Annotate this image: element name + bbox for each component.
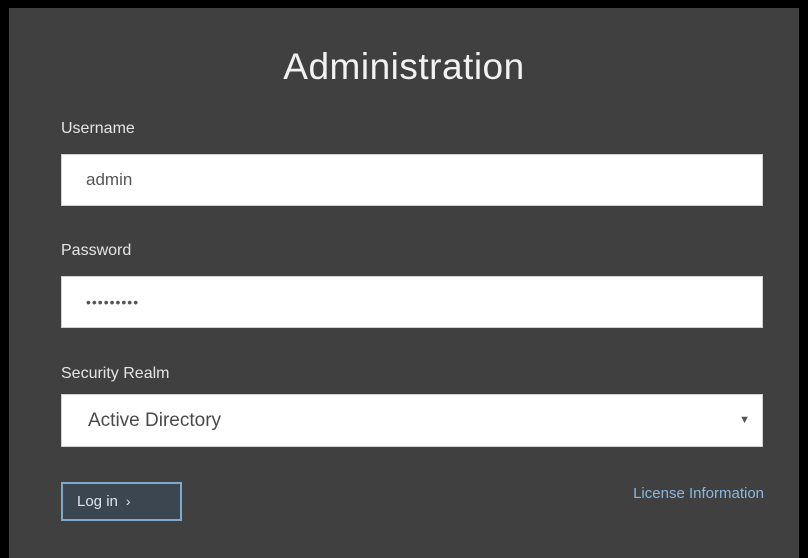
chevron-right-icon: › <box>125 493 131 509</box>
license-information-link[interactable]: License Information <box>633 485 764 502</box>
password-field[interactable] <box>61 276 763 328</box>
login-panel: Administration Username Password Securit… <box>9 8 799 558</box>
password-label: Password <box>61 242 132 259</box>
page-title: Administration <box>283 46 525 87</box>
security-realm-select[interactable]: Active Directory ▼ <box>61 394 763 447</box>
login-button-label: Log in <box>77 493 118 510</box>
username-label: Username <box>61 120 135 137</box>
username-field[interactable] <box>61 154 763 206</box>
dropdown-arrow-icon: ▼ <box>739 414 750 426</box>
login-button[interactable]: Log in › <box>61 482 182 521</box>
security-realm-label: Security Realm <box>61 365 170 382</box>
security-realm-value: Active Directory <box>88 410 222 431</box>
